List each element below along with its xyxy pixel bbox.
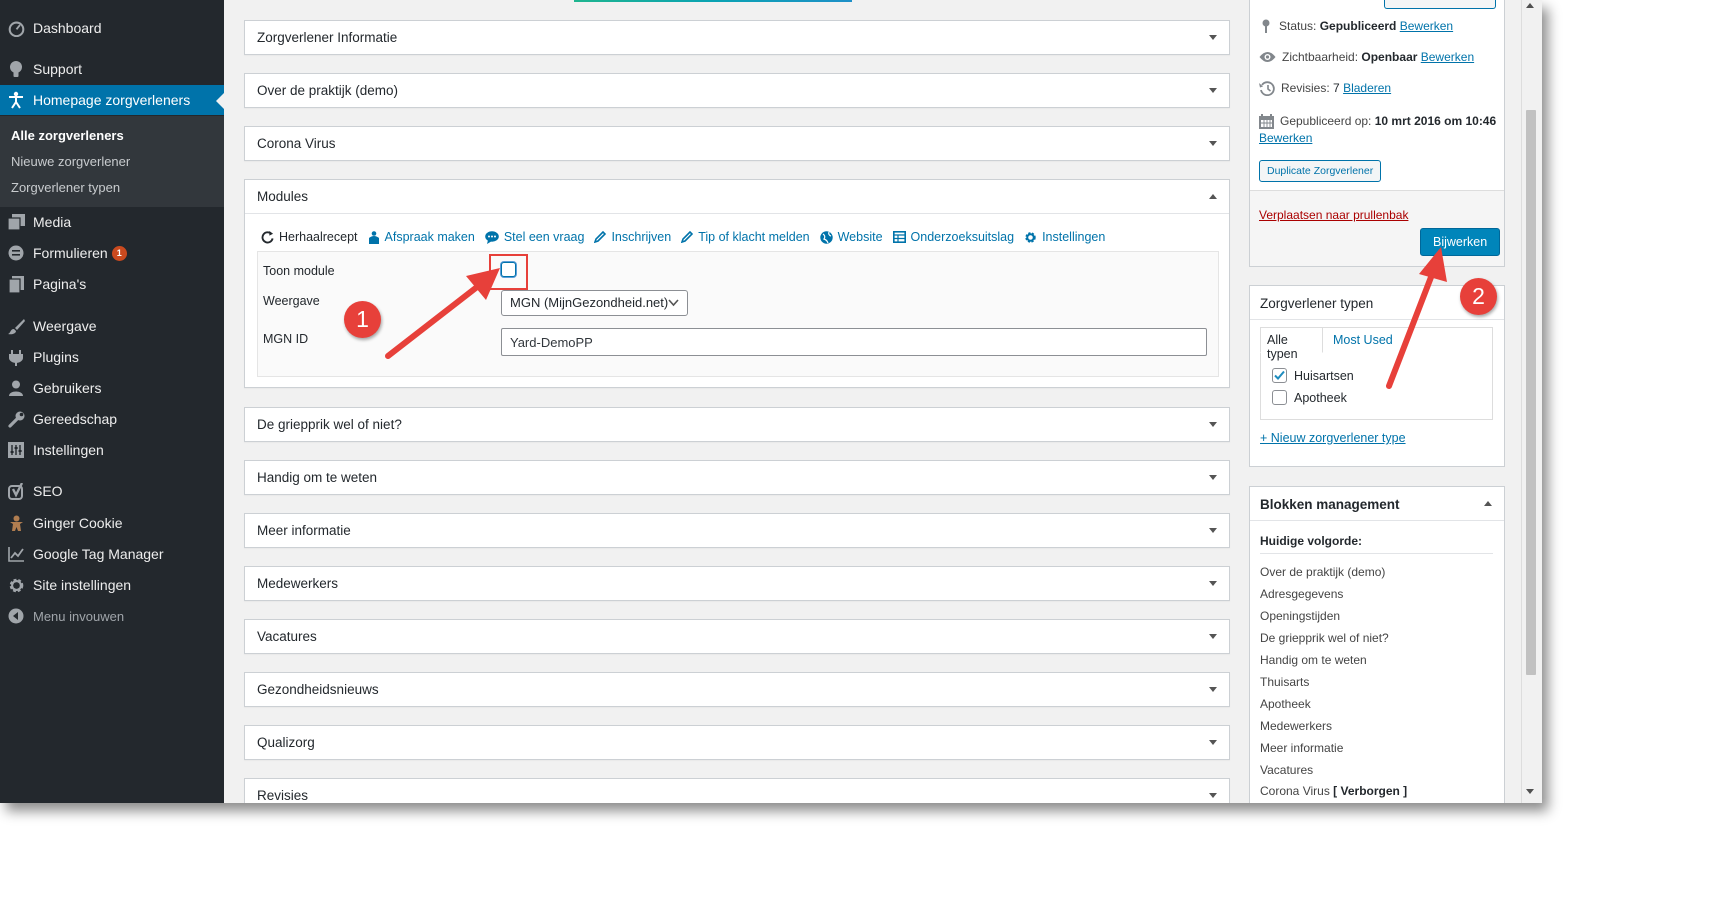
arrow-step-2 (1386, 247, 1447, 389)
annotation-arrows (385, 247, 1447, 389)
step-2-marker: 2 (1460, 278, 1497, 315)
admin-window: Dashboard Support Homepage zorgverleners… (0, 0, 1542, 803)
arrow-step-1 (385, 268, 500, 359)
step-1-marker: 1 (344, 301, 381, 338)
